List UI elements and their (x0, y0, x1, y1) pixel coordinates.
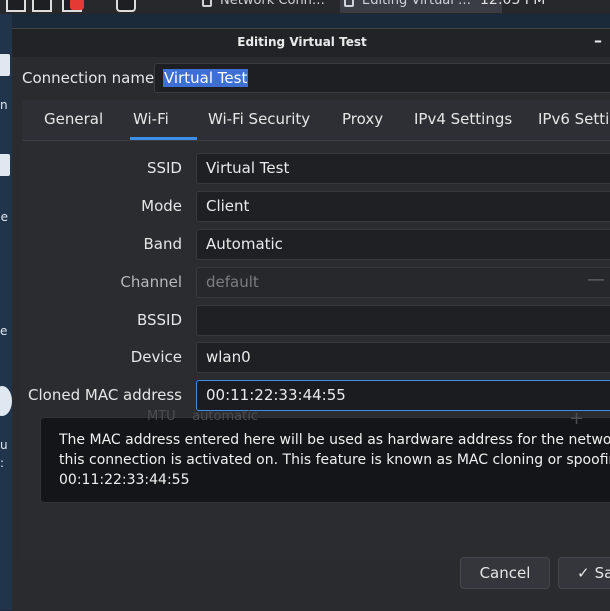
tooltip-text: The MAC address entered here will be use… (59, 430, 610, 490)
task-label: Editing Virtual … (362, 0, 472, 8)
tab-wifi[interactable]: Wi-Fi (133, 110, 169, 128)
save-button[interactable]: ✓ Sa (558, 557, 610, 589)
desktop-file-icon[interactable] (0, 54, 10, 76)
band-select[interactable]: Automatic (196, 229, 610, 260)
window-icon[interactable] (116, 0, 136, 12)
taskbar: Network Conn… Editing Virtual … 12:05 PM (0, 0, 610, 14)
cloned-mac-label: Cloned MAC address (28, 386, 182, 404)
connection-name-input[interactable]: Virtual Test (154, 63, 610, 93)
clock[interactable]: 12:05 PM (480, 0, 545, 8)
desktop-label: : (0, 456, 5, 470)
bssid-label: BSSID (136, 311, 182, 329)
task-network-connections[interactable]: Network Conn… (198, 0, 356, 13)
mode-select[interactable]: Client (196, 191, 610, 222)
task-label: Network Conn… (220, 0, 325, 8)
cloned-mac-input[interactable]: 00:11:22:33:44:55 (196, 380, 610, 411)
cancel-button[interactable]: Cancel (460, 557, 550, 589)
tooltip-line: 00:11:22:33:44:55 (59, 472, 190, 488)
desktop-label: u (0, 438, 8, 452)
task-editing-virtual[interactable]: Editing Virtual … (340, 0, 502, 13)
minimize-icon[interactable]: – (594, 31, 602, 50)
mode-label: Mode (141, 197, 182, 215)
desktop-label: ce (0, 210, 8, 224)
connection-name-value: Virtual Test (163, 69, 249, 87)
channel-label: Channel (120, 273, 182, 291)
channel-decrement-icon: — (587, 269, 605, 290)
device-select[interactable]: wlan0 (196, 342, 610, 373)
tooltip-line: this connection is activated on. This fe… (59, 452, 610, 468)
desktop-disk-icon[interactable] (0, 386, 12, 416)
ssid-input[interactable]: Virtual Test (196, 153, 610, 184)
device-label: Device (130, 348, 182, 366)
network-icon (202, 0, 212, 7)
tooltip-line: The MAC address entered here will be use… (59, 432, 610, 448)
connection-name-label: Connection name (22, 69, 155, 87)
edit-connection-dialog: Editing Virtual Test – Connection name V… (12, 28, 610, 611)
tab-general[interactable]: General (44, 110, 103, 128)
bssid-select[interactable] (196, 305, 610, 336)
mtu-plus-icon: + (569, 408, 585, 429)
desktop-label: e (0, 324, 8, 338)
ssid-label: SSID (146, 159, 182, 177)
desktop-label: n (0, 98, 8, 112)
workspace-icon[interactable] (6, 0, 26, 12)
checkmark-icon: ✓ (577, 564, 590, 582)
mtu-label-behind: MTU automatic (147, 409, 258, 424)
tab-ipv6-settings[interactable]: IPv6 Settin (538, 110, 610, 128)
settings-tabs: General Wi-Fi Wi-Fi Security Proxy IPv4 … (22, 100, 610, 141)
network-icon (344, 0, 354, 7)
active-tab-indicator (130, 137, 197, 140)
desktop-file-icon[interactable] (0, 154, 10, 176)
terminal-icon[interactable] (32, 0, 52, 12)
save-label: Sa (594, 564, 610, 582)
tab-ipv4-settings[interactable]: IPv4 Settings (414, 110, 512, 128)
desktop-background: n ce e u : (0, 14, 12, 610)
tab-wifi-security[interactable]: Wi-Fi Security (208, 110, 310, 128)
tab-proxy[interactable]: Proxy (342, 110, 383, 128)
band-label: Band (143, 235, 182, 253)
channel-input: default (196, 267, 610, 298)
dialog-title: Editing Virtual Test (237, 35, 367, 49)
dialog-titlebar[interactable]: Editing Virtual Test – (12, 29, 610, 57)
notification-badge-icon (70, 0, 84, 10)
mac-address-tooltip: MTU automatic + The MAC address entered … (40, 408, 610, 503)
